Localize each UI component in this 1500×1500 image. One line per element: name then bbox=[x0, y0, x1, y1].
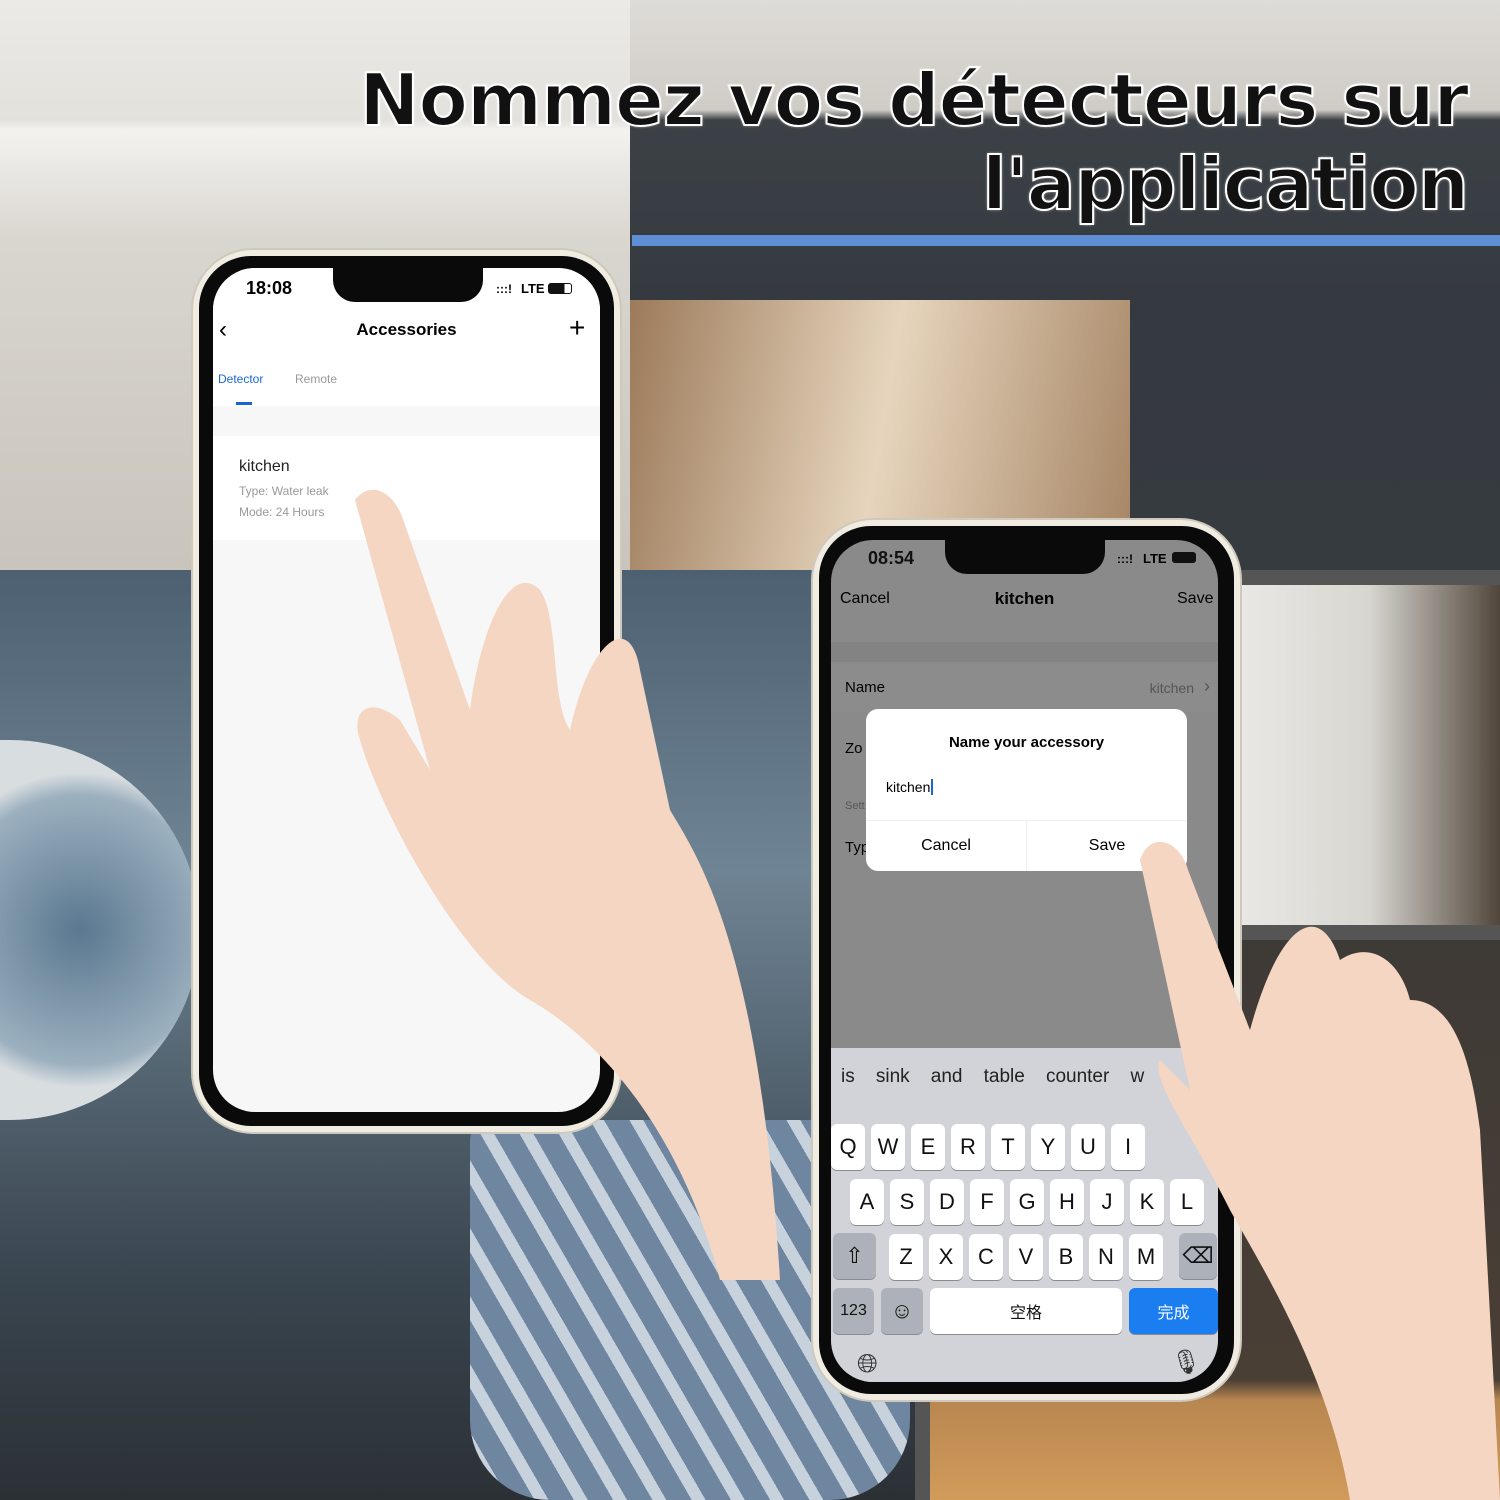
key-g[interactable]: G bbox=[1010, 1179, 1044, 1225]
tab-active-indicator bbox=[236, 402, 252, 405]
space-key[interactable]: 空格 bbox=[930, 1288, 1122, 1334]
key-b[interactable]: B bbox=[1049, 1234, 1083, 1280]
name-row[interactable]: Name kitchen › bbox=[831, 664, 1218, 712]
suggestion[interactable]: table bbox=[984, 1066, 1025, 1087]
dialog-title: Name your accessory bbox=[948, 734, 1105, 751]
key-x[interactable]: X bbox=[929, 1234, 963, 1280]
battery-icon bbox=[548, 283, 572, 294]
accessory-name: kitchen bbox=[239, 458, 290, 475]
key-a[interactable]: A bbox=[850, 1179, 884, 1225]
add-button[interactable]: + bbox=[569, 312, 585, 344]
emoji-key[interactable]: ☺ bbox=[881, 1288, 923, 1334]
accent-rule bbox=[632, 235, 1500, 246]
chevron-right-icon: › bbox=[1204, 676, 1210, 696]
signal-icon: :::! bbox=[1117, 552, 1133, 566]
network-label: LTE bbox=[521, 281, 545, 296]
nav-save-button[interactable]: Save bbox=[1177, 590, 1213, 608]
key-j[interactable]: J bbox=[1090, 1179, 1124, 1225]
shift-key[interactable]: ⇧ bbox=[833, 1233, 876, 1279]
key-f[interactable]: F bbox=[970, 1179, 1004, 1225]
key-s[interactable]: S bbox=[890, 1179, 924, 1225]
mode-value: 24 Hours bbox=[275, 505, 325, 519]
name-input[interactable]: kitchen bbox=[886, 779, 934, 795]
key-h[interactable]: H bbox=[1050, 1179, 1084, 1225]
suggestion[interactable]: sink bbox=[876, 1066, 910, 1087]
tab-remote[interactable]: Remote bbox=[295, 372, 337, 386]
key-t[interactable]: T bbox=[991, 1124, 1025, 1170]
mode-label: Mode: bbox=[239, 505, 273, 519]
tab-detector[interactable]: Detector bbox=[218, 372, 263, 386]
screen-title: kitchen bbox=[994, 589, 1055, 608]
suggestion-bar: is sink and table counter w bbox=[841, 1066, 1144, 1088]
key-z[interactable]: Z bbox=[889, 1234, 923, 1280]
type-value: Water leak bbox=[271, 484, 329, 498]
key-n[interactable]: N bbox=[1089, 1234, 1123, 1280]
key-q[interactable]: Q bbox=[831, 1124, 865, 1170]
headline-line-1: Nommez vos détecteurs sur bbox=[358, 57, 1470, 143]
status-time: 08:54 bbox=[868, 548, 915, 568]
battery-icon bbox=[1172, 552, 1196, 563]
signal-icon: :::! bbox=[496, 282, 512, 296]
key-u[interactable]: U bbox=[1071, 1124, 1105, 1170]
network-label: LTE bbox=[1143, 551, 1167, 566]
globe-icon[interactable]: 🌐︎ bbox=[857, 1348, 878, 1380]
numbers-key[interactable]: 123 bbox=[833, 1288, 874, 1334]
key-r[interactable]: R bbox=[951, 1124, 985, 1170]
screen-title: Accessories bbox=[356, 320, 457, 339]
zone-label: Zo bbox=[845, 740, 863, 757]
key-e[interactable]: E bbox=[911, 1124, 945, 1170]
suggestion[interactable]: and bbox=[931, 1066, 963, 1087]
hand-right bbox=[1140, 841, 1500, 1500]
headline-line-2: l'application bbox=[981, 141, 1470, 227]
hand-left bbox=[355, 489, 780, 1280]
key-y[interactable]: Y bbox=[1031, 1124, 1065, 1170]
settings-label: Sett bbox=[845, 800, 865, 812]
key-c[interactable]: C bbox=[969, 1234, 1003, 1280]
suggestion[interactable]: is bbox=[841, 1066, 855, 1087]
key-v[interactable]: V bbox=[1009, 1234, 1043, 1280]
headline: Nommez vos détecteurs sur l'application bbox=[358, 57, 1470, 227]
key-w[interactable]: W bbox=[871, 1124, 905, 1170]
name-value: kitchen bbox=[1149, 680, 1194, 696]
status-time: 18:08 bbox=[246, 278, 293, 298]
name-label: Name bbox=[845, 679, 886, 696]
type-label: Type: bbox=[239, 484, 269, 498]
key-d[interactable]: D bbox=[930, 1179, 964, 1225]
dialog-cancel-button[interactable]: Cancel bbox=[866, 837, 1026, 855]
suggestion[interactable]: counter bbox=[1046, 1066, 1109, 1087]
